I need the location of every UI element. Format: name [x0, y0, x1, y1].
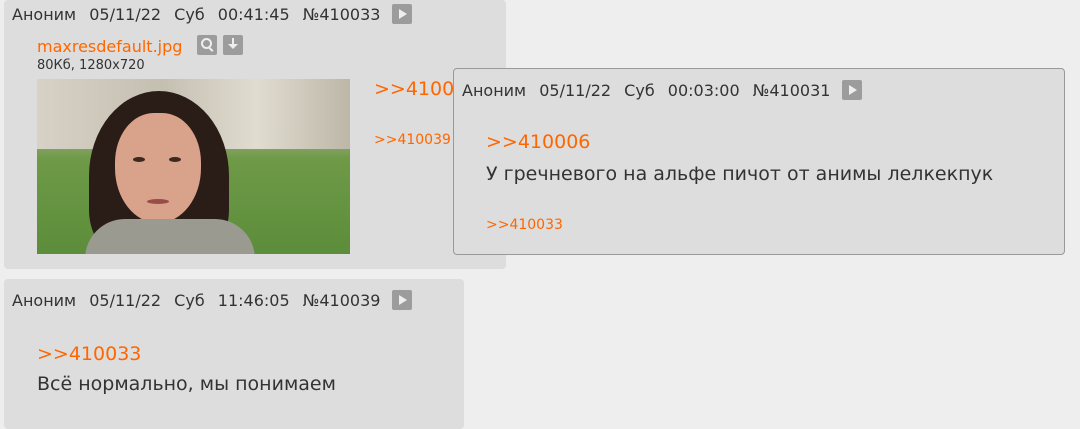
post-header: Аноним 05/11/22 Суб 00:03:00 №410031 — [462, 80, 870, 101]
post-day: Суб — [174, 291, 205, 310]
image-thumbnail[interactable] — [37, 79, 350, 254]
backlink[interactable]: >>410033 — [486, 217, 563, 233]
backlink-410039-small[interactable]: >>410039 — [374, 132, 451, 148]
post-message: Всё нормально, мы понимаем — [37, 373, 336, 395]
post-date: 05/11/22 — [539, 81, 612, 100]
reply-link[interactable]: >>410006 — [486, 131, 590, 153]
post-message: У гречневого на альфе пичот от анимы лел… — [486, 163, 994, 185]
post-number[interactable]: №410033 — [303, 5, 381, 24]
post-header: Аноним 05/11/22 Суб 11:46:05 №410039 — [12, 290, 420, 311]
post-date: 05/11/22 — [89, 291, 162, 310]
post-time: 00:03:00 — [667, 81, 740, 100]
post-date: 05/11/22 — [89, 5, 162, 24]
post-author: Аноним — [12, 291, 77, 310]
post-day: Суб — [624, 81, 655, 100]
post-410039: Аноним 05/11/22 Суб 11:46:05 №410039 >>4… — [4, 279, 464, 429]
file-meta: 80Кб, 1280x720 — [37, 58, 145, 73]
post-time: 11:46:05 — [217, 291, 290, 310]
post-day: Суб — [174, 5, 205, 24]
search-icon[interactable] — [197, 35, 217, 55]
post-number[interactable]: №410039 — [303, 291, 381, 310]
post-author: Аноним — [462, 81, 527, 100]
play-icon[interactable] — [391, 290, 412, 310]
post-author: Аноним — [12, 5, 77, 24]
post-number[interactable]: №410031 — [753, 81, 831, 100]
post-time: 00:41:45 — [217, 5, 290, 24]
post-preview-410031: Аноним 05/11/22 Суб 00:03:00 №410031 >>4… — [453, 68, 1065, 255]
file-name-link[interactable]: maxresdefault.jpg — [37, 37, 182, 56]
download-icon[interactable] — [223, 35, 243, 55]
play-icon[interactable] — [841, 80, 862, 100]
play-icon[interactable] — [391, 4, 412, 24]
reply-link[interactable]: >>410033 — [37, 343, 141, 365]
post-header: Аноним 05/11/22 Суб 00:41:45 №410033 — [12, 4, 420, 25]
